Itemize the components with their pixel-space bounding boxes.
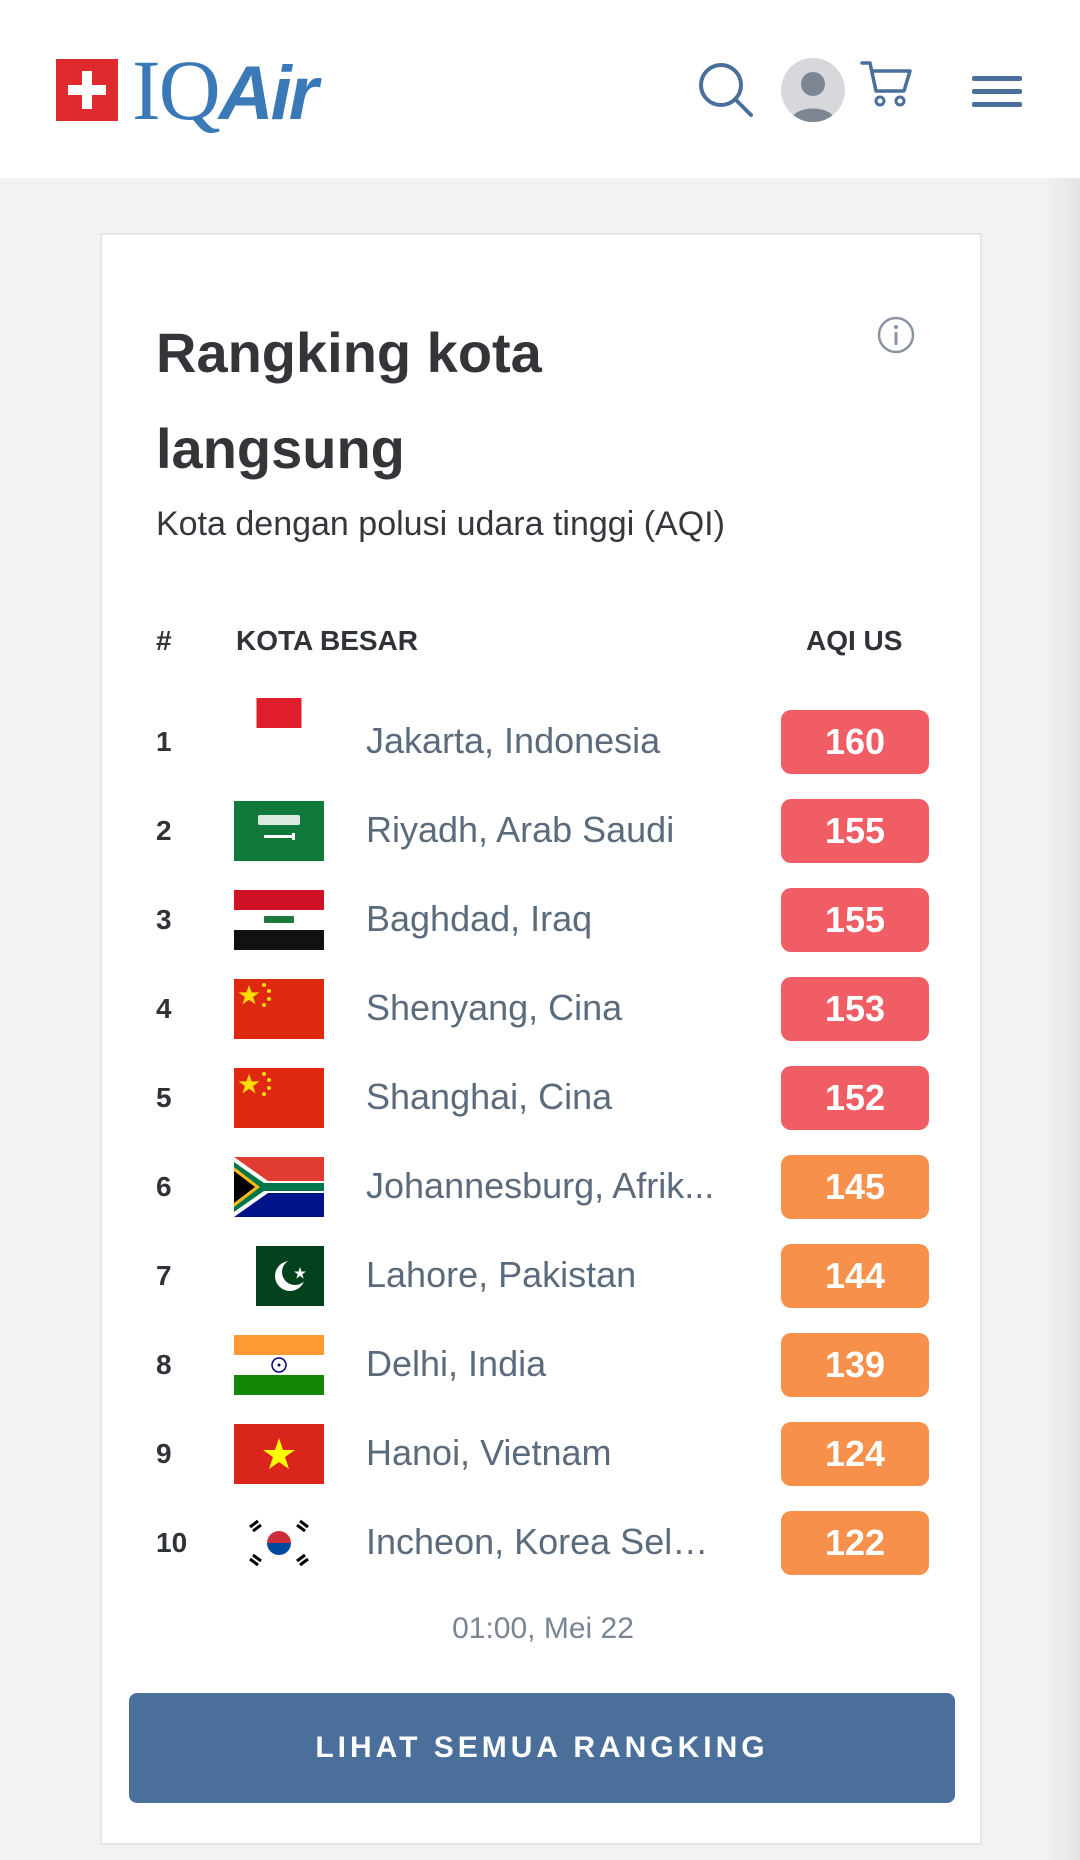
city-name[interactable]: Incheon, Korea Selat... xyxy=(366,1521,726,1563)
south-korea-flag-icon xyxy=(234,1513,324,1573)
last-updated-timestamp: 01:00, Mei 22 xyxy=(452,1612,634,1645)
logo-wordmark: IQAir xyxy=(132,47,319,136)
iqair-logo[interactable]: IQAir xyxy=(56,40,319,140)
city-name[interactable]: Lahore, Pakistan xyxy=(366,1254,726,1296)
aqi-badge: 155 xyxy=(781,799,929,863)
south-africa-flag-icon xyxy=(234,1157,324,1217)
table-row[interactable]: 6 Johannesburg, Afrik... 145 xyxy=(102,1143,984,1232)
table-row[interactable]: 7 Lahore, Pakistan 144 xyxy=(102,1232,984,1321)
aqi-badge: 144 xyxy=(781,1244,929,1308)
logo-air: Air xyxy=(218,51,319,136)
column-header-rank: # xyxy=(156,625,172,656)
rank-number: 9 xyxy=(156,1438,172,1469)
city-name[interactable]: Baghdad, Iraq xyxy=(366,898,726,940)
user-avatar-icon[interactable] xyxy=(781,58,845,122)
rank-number: 1 xyxy=(156,726,172,757)
city-name[interactable]: Johannesburg, Afrik... xyxy=(366,1165,726,1207)
city-name[interactable]: Hanoi, Vietnam xyxy=(366,1432,726,1474)
china-flag-icon xyxy=(234,1068,324,1128)
india-flag-icon xyxy=(234,1335,324,1395)
city-name[interactable]: Riyadh, Arab Saudi xyxy=(366,809,726,851)
aqi-badge: 124 xyxy=(781,1422,929,1486)
rank-number: 3 xyxy=(156,904,172,935)
table-row[interactable]: 10 Incheon, Korea Selat... 122 xyxy=(102,1499,984,1588)
ranking-card: Rangking kota langsung Kota dengan polus… xyxy=(100,233,982,1845)
iraq-flag-icon xyxy=(234,890,324,950)
aqi-badge: 155 xyxy=(781,888,929,952)
table-row[interactable]: 4 Shenyang, Cina 153 xyxy=(102,965,984,1054)
card-title: Rangking kota langsung xyxy=(156,321,542,480)
aqi-badge: 122 xyxy=(781,1511,929,1575)
table-row[interactable]: 5 Shanghai, Cina 152 xyxy=(102,1054,984,1143)
logo-iq: IQ xyxy=(132,42,221,138)
city-name[interactable]: Jakarta, Indonesia xyxy=(366,720,726,762)
table-row[interactable]: 8 Delhi, India 139 xyxy=(102,1321,984,1410)
table-row[interactable]: 9 Hanoi, Vietnam 124 xyxy=(102,1410,984,1499)
china-flag-icon xyxy=(234,979,324,1039)
search-icon[interactable] xyxy=(696,60,756,120)
city-name[interactable]: Shanghai, Cina xyxy=(366,1076,726,1118)
rank-number: 10 xyxy=(156,1527,188,1558)
rank-number: 7 xyxy=(156,1260,172,1291)
site-header: IQAir xyxy=(0,0,1080,178)
city-name[interactable]: Delhi, India xyxy=(366,1343,726,1385)
info-icon[interactable] xyxy=(876,315,916,355)
column-header-city: KOTA BESAR xyxy=(236,625,418,656)
rank-number: 2 xyxy=(156,815,172,846)
view-all-rankings-button[interactable]: LIHAT SEMUA RANGKING xyxy=(129,1693,955,1803)
rank-number: 6 xyxy=(156,1171,172,1202)
column-header-aqi: AQI US xyxy=(806,625,903,656)
saudi-arabia-flag-icon xyxy=(234,801,324,861)
page-edge-shadow xyxy=(1044,178,1080,1860)
aqi-badge: 160 xyxy=(781,710,929,774)
table-row[interactable]: 3 Baghdad, Iraq 155 xyxy=(102,876,984,965)
aqi-badge: 152 xyxy=(781,1066,929,1130)
city-name[interactable]: Shenyang, Cina xyxy=(366,987,726,1029)
table-row[interactable]: 1 Jakarta, Indonesia 160 xyxy=(102,698,984,787)
aqi-badge: 153 xyxy=(781,977,929,1041)
table-row[interactable]: 2 Riyadh, Arab Saudi 155 xyxy=(102,787,984,876)
card-subtitle: Kota dengan polusi udara tinggi (AQI) xyxy=(156,505,725,543)
cart-icon[interactable] xyxy=(858,55,914,111)
indonesia-flag-icon xyxy=(256,698,302,728)
rank-number: 5 xyxy=(156,1082,172,1113)
vietnam-flag-icon xyxy=(234,1424,324,1484)
rank-number: 4 xyxy=(156,993,172,1024)
aqi-badge: 145 xyxy=(781,1155,929,1219)
swiss-flag-icon xyxy=(56,59,118,121)
pakistan-flag-icon xyxy=(256,1246,324,1306)
hamburger-menu-icon[interactable] xyxy=(972,72,1022,112)
rank-number: 8 xyxy=(156,1349,172,1380)
aqi-badge: 139 xyxy=(781,1333,929,1397)
